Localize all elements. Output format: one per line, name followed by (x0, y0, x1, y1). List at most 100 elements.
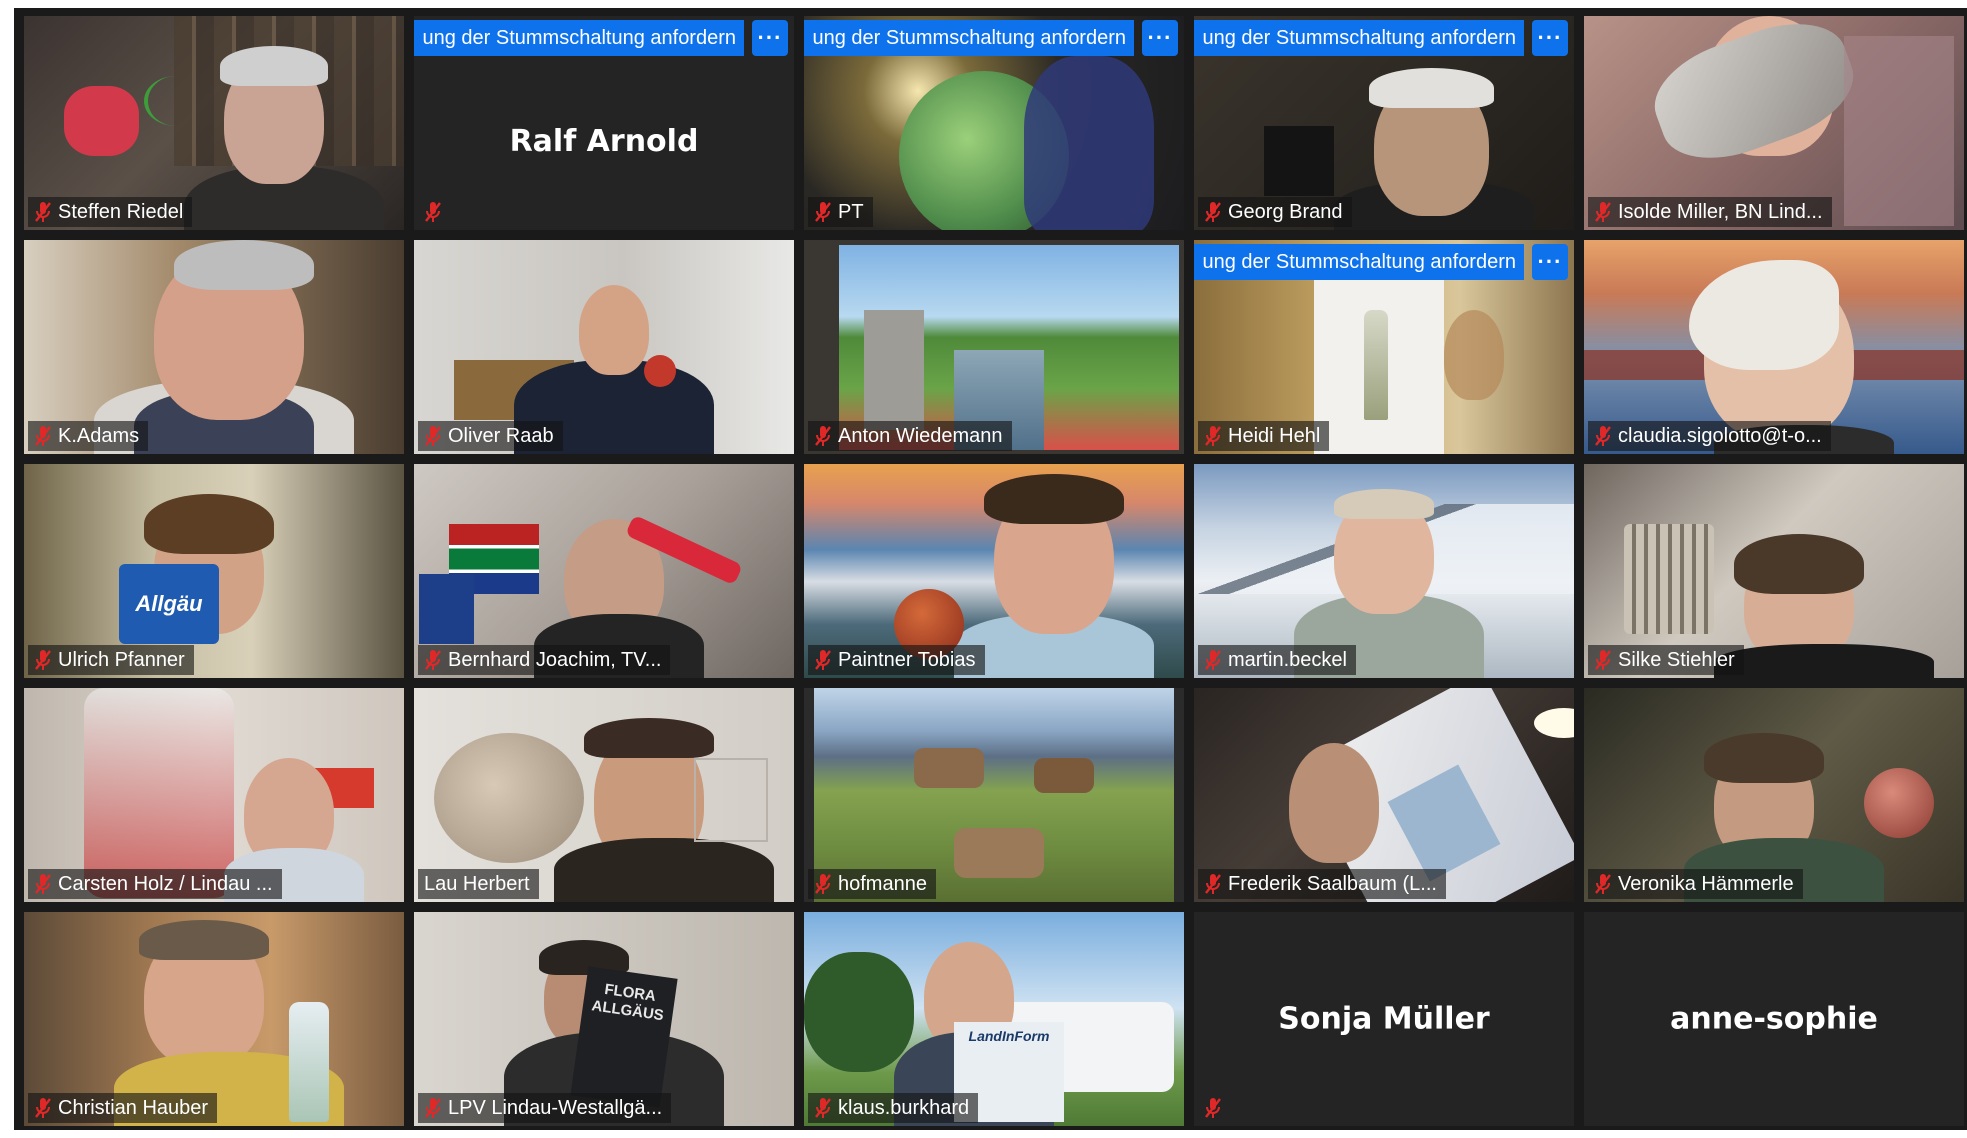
participant-name: Frederik Saalbaum (L... (1228, 872, 1437, 895)
bottle (289, 1002, 329, 1122)
participant-name: Heidi Hehl (1228, 424, 1321, 447)
participant-tile-pt[interactable]: ung der Stummschaltung anfordern ··· PT (804, 16, 1184, 230)
unmute-request-banner[interactable]: ung der Stummschaltung anfordern (1194, 244, 1524, 280)
participant-tile-frederik-saalbaum[interactable]: Frederik Saalbaum (L... (1194, 688, 1574, 902)
participant-name: Paintner Tobias (838, 648, 976, 671)
muted-mic-icon (815, 426, 831, 446)
participant-tile-christian-hauber[interactable]: Christian Hauber (24, 912, 404, 1126)
name-label: Ulrich Pfanner (28, 645, 194, 675)
flower-pot (64, 86, 139, 156)
participant-name: LPV Lindau-Westallgä... (448, 1096, 663, 1119)
participant-tile-georg-brand[interactable]: ung der Stummschaltung anfordern ··· Geo… (1194, 16, 1574, 230)
zoom-window: Steffen Riedel Ralf Arnold ung der Stumm… (0, 0, 1967, 1138)
name-label: claudia.sigolotto@t-o... (1588, 421, 1831, 451)
name-label: Heidi Hehl (1198, 421, 1330, 451)
gallery-view: Steffen Riedel Ralf Arnold ung der Stumm… (14, 8, 1967, 1130)
participant-tile-isolde-miller[interactable]: Isolde Miller, BN Lind... (1584, 16, 1964, 230)
name-label: Lau Herbert (418, 869, 539, 899)
participant-tile-lau-herbert[interactable]: Lau Herbert (414, 688, 794, 902)
participant-tile-hofmanne[interactable]: hofmanne (804, 688, 1184, 902)
muted-mic-icon (425, 426, 441, 446)
apple (1864, 768, 1934, 838)
name-label: martin.beckel (1198, 645, 1356, 675)
participant-tile-bernhard-joachim[interactable]: Bernhard Joachim, TV... (414, 464, 794, 678)
participant-name: claudia.sigolotto@t-o... (1618, 424, 1822, 447)
participant-name: klaus.burkhard (838, 1096, 970, 1119)
muted-mic-icon (1205, 650, 1221, 670)
muted-mic-icon (815, 650, 831, 670)
participant-tile-lpv-lindau[interactable]: FLORA ALLGÄUS LPV Lindau-Westallgä... (414, 912, 794, 1126)
participant-name: martin.beckel (1228, 648, 1347, 671)
participant-name: Carsten Holz / Lindau ... (58, 872, 273, 895)
muted-mic-icon (35, 874, 51, 894)
muted-mic-icon (35, 650, 51, 670)
apple (644, 355, 676, 387)
participant-name: Bernhard Joachim, TV... (448, 648, 662, 671)
participant-name: Ulrich Pfanner (58, 648, 185, 671)
muted-mic-icon (1595, 202, 1611, 222)
unmute-request-banner[interactable]: ung der Stummschaltung anfordern (414, 20, 744, 56)
more-options-button[interactable]: ··· (1532, 244, 1568, 280)
name-label: Bernhard Joachim, TV... (418, 645, 671, 675)
participant-tile-klaus-burkhard[interactable]: LandInForm klaus.burkhard (804, 912, 1184, 1126)
participant-tile-paintner-tobias[interactable]: Paintner Tobias (804, 464, 1184, 678)
muted-mic-icon (1205, 426, 1221, 446)
name-label: Paintner Tobias (808, 645, 985, 675)
hand (1024, 56, 1154, 230)
name-label: LPV Lindau-Westallgä... (418, 1093, 672, 1123)
muted-mic-icon (1595, 426, 1611, 446)
participant-tile-anton-wiedemann[interactable]: Anton Wiedemann (804, 240, 1184, 454)
participant-tile-carsten-holz[interactable]: Carsten Holz / Lindau ... (24, 688, 404, 902)
name-label: Isolde Miller, BN Lind... (1588, 197, 1832, 227)
participant-tile-silke-stiehler[interactable]: Silke Stiehler (1584, 464, 1964, 678)
name-label: Veronika Hämmerle (1588, 869, 1803, 899)
participant-name: PT (838, 200, 864, 223)
participant-tile-steffen-riedel[interactable]: Steffen Riedel (24, 16, 404, 230)
name-label: hofmanne (808, 869, 936, 899)
wood-sticks (1624, 524, 1714, 634)
glass-jar (84, 688, 234, 898)
flora-book: FLORA ALLGÄUS (570, 966, 678, 1108)
participant-tile-ulrich-pfanner[interactable]: Allgäu Ulrich Pfanner (24, 464, 404, 678)
participant-tile-ralf-arnold[interactable]: Ralf Arnold ung der Stummschaltung anfor… (414, 16, 794, 230)
participant-tile-sonja-mueller[interactable]: Sonja Müller (1194, 912, 1574, 1126)
muted-mic-icon (1205, 874, 1221, 894)
muted-mic-icon (425, 650, 441, 670)
participant-name: Anton Wiedemann (838, 424, 1003, 447)
participant-name: Christian Hauber (58, 1096, 209, 1119)
participant-name: K.Adams (58, 424, 140, 447)
more-options-button[interactable]: ··· (1532, 20, 1568, 56)
participant-name-large: Ralf Arnold (509, 124, 699, 159)
name-label: Frederik Saalbaum (L... (1198, 869, 1446, 899)
name-label: Christian Hauber (28, 1093, 218, 1123)
name-label: klaus.burkhard (808, 1093, 979, 1123)
muted-mic-icon (815, 202, 831, 222)
participant-tile-k-adams[interactable]: K.Adams (24, 240, 404, 454)
participant-name: Veronika Hämmerle (1618, 872, 1794, 895)
participant-name-large: Sonja Müller (1278, 1001, 1490, 1037)
unmute-request-banner[interactable]: ung der Stummschaltung anfordern (1194, 20, 1524, 56)
name-label: Carsten Holz / Lindau ... (28, 869, 282, 899)
participant-name: Georg Brand (1228, 200, 1343, 223)
more-options-button[interactable]: ··· (1142, 20, 1178, 56)
name-label (1198, 1093, 1231, 1123)
participant-tile-martin-beckel[interactable]: martin.beckel (1194, 464, 1574, 678)
more-options-button[interactable]: ··· (752, 20, 788, 56)
participant-tile-heidi-hehl[interactable]: ung der Stummschaltung anfordern ··· Hei… (1194, 240, 1574, 454)
participant-tile-veronika-haemmerle[interactable]: Veronika Hämmerle (1584, 688, 1964, 902)
muted-mic-icon (1595, 874, 1611, 894)
participant-tile-anne-sophie[interactable]: anne-sophie (1584, 912, 1964, 1126)
participant-name: Silke Stiehler (1618, 648, 1735, 671)
participant-name: Oliver Raab (448, 424, 554, 447)
name-label: Georg Brand (1198, 197, 1352, 227)
participant-name: Isolde Miller, BN Lind... (1618, 200, 1823, 223)
allgaeu-sign: Allgäu (119, 564, 219, 644)
participant-tile-oliver-raab[interactable]: Oliver Raab (414, 240, 794, 454)
participant-name: Lau Herbert (424, 872, 530, 895)
muted-mic-icon (1595, 650, 1611, 670)
participant-tile-claudia-sigolotto[interactable]: claudia.sigolotto@t-o... (1584, 240, 1964, 454)
apple-dried (434, 733, 584, 863)
unmute-request-banner[interactable]: ung der Stummschaltung anfordern (804, 20, 1134, 56)
muted-mic-icon (1205, 1098, 1221, 1118)
muted-mic-icon (425, 1098, 441, 1118)
